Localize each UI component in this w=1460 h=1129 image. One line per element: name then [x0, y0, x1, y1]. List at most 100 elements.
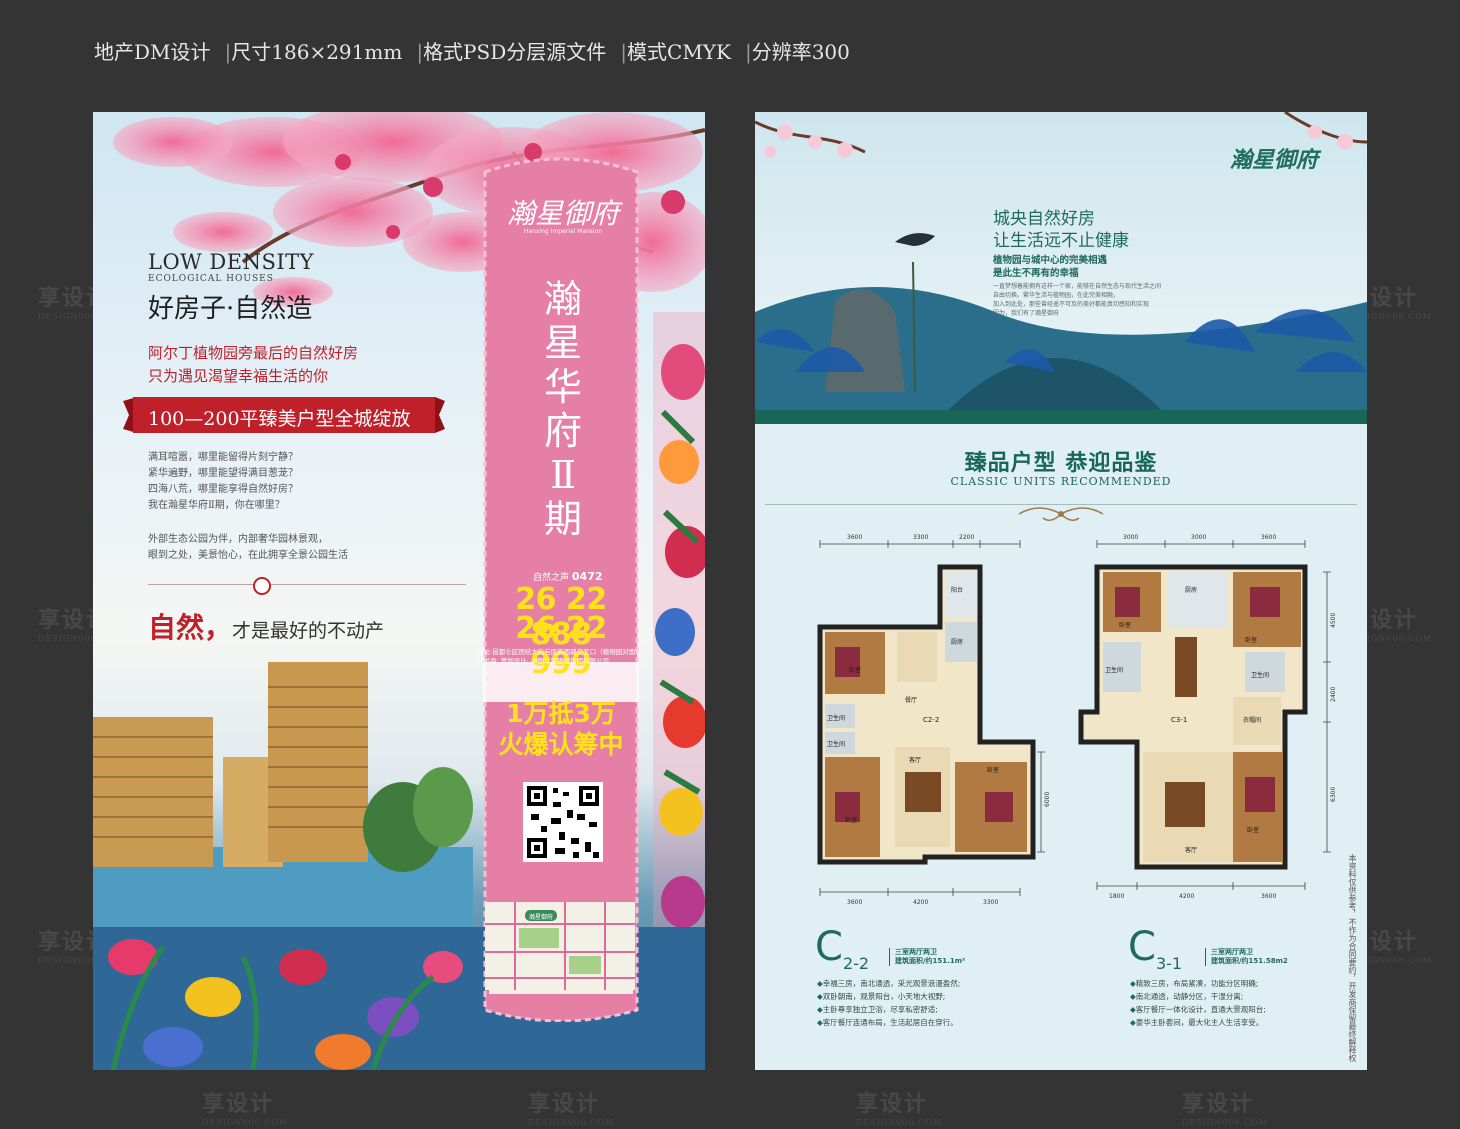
dimension-label: 2200 [959, 534, 974, 541]
plan-label: C2-2 [923, 716, 939, 724]
feature-item: 幸福三房，南北通透，采光观景浪漫盈然; [817, 979, 960, 988]
unit-features: 幸福三房，南北通透，采光观景浪漫盈然; 双卧朝南，观景阳台，小天地大视野; 主卧… [817, 977, 960, 1029]
dimension-label: 3000 [1191, 534, 1206, 541]
offer-line: 1万抵3万 [506, 699, 616, 728]
disclaimer: 本资料仅供参考，不作为合同要约，开发商保留最终解释权 [1348, 854, 1357, 1062]
feature-item: 主卧尊享独立卫浴，尽享私密舒适; [817, 1005, 938, 1014]
section-title: 臻品户型 恭迎品鉴 [964, 450, 1158, 476]
unit-type: 三室两厅两卫 建筑面积/约151.1m² [889, 948, 965, 966]
subheading: 植物园与城中心的完美相遇 [993, 255, 1108, 266]
watermark-sub: DESIGN006.COM [528, 1118, 614, 1127]
room-label: 客厅 [1185, 846, 1197, 854]
unit-code-letter: C [815, 924, 843, 970]
floor-plan-c2-2[interactable]: 3600 3300 2200 3600 4200 3300 3500 1900 … [805, 532, 1055, 912]
room-label: 卫生间 [1105, 666, 1123, 674]
dimension-label: 1800 [1109, 893, 1124, 900]
location-map[interactable] [485, 902, 635, 990]
unit-code: C2-2 [815, 924, 869, 973]
dimension-label: 3600 [1261, 893, 1276, 900]
floor-plan-c3-1[interactable]: 3000 3000 3600 1800 4200 3600 4500 2400 … [1075, 532, 1337, 912]
dimension-label: 4200 [1179, 893, 1194, 900]
bookmark-title-char: 华 [543, 365, 582, 409]
address-line: 地址:昆都仑区团结大街与民族西路交叉口（植物园对面） [477, 648, 642, 656]
bookmark-title-char: 瀚 [543, 277, 582, 321]
spec-item: 格式PSD分层源文件 [423, 40, 607, 64]
feature-item: 豪华主卧套间，最大化主人生活享受。 [1130, 1018, 1263, 1027]
intro-text: 因为，我们有了瀚星御府 [993, 310, 1060, 317]
unit-code: C3-1 [1128, 924, 1182, 973]
room-label: 餐厅 [905, 696, 917, 704]
room-label: 卧室 [845, 816, 857, 824]
bookmark-panel: 瀚星御府 Hanxing Imperial Mansion 瀚 星 华 府 Ⅱ … [93, 112, 705, 1070]
room-label: 卧室 [1247, 826, 1259, 834]
dimension-label: 3600 [847, 534, 862, 541]
watermark-sub: DESIGN006.COM [202, 1118, 288, 1127]
unit-type-text: 三室两厅两卫 [895, 948, 937, 956]
brand-logo: 瀚星御府 [1230, 147, 1319, 173]
intro-text: 加入到此处，那些曾经遥不可及的美好都能真切感知和实现 [993, 301, 1150, 308]
room-label: 厨房 [951, 638, 963, 646]
watermark-sub: DESIGN006.COM [856, 1118, 942, 1127]
bookmark-logo: 瀚星御府 [506, 197, 619, 230]
bookmark-title: 瀚 星 华 府 Ⅱ 期 [523, 277, 603, 541]
feature-item: 精致三房，布局紧凑，功能分区明确; [1130, 979, 1258, 988]
feature-item: 南北通透，动静分区，干湿分离; [1130, 992, 1243, 1001]
dimension-label: 3600 [1261, 534, 1276, 541]
dimension-label: 6000 [1044, 792, 1051, 807]
dimension-label: 3000 [1123, 534, 1138, 541]
watermark-text: 享设计 [202, 1091, 275, 1117]
phone-number[interactable]: 26 22 999 [481, 611, 641, 681]
room-label: 客厅 [909, 756, 921, 764]
room-label: 卫生间 [1251, 671, 1269, 679]
spec-item: 尺寸186×291mm [231, 40, 403, 64]
room-label: 衣帽间 [1243, 716, 1261, 724]
watermark: 享设计 DESIGN006.COM [528, 1086, 614, 1127]
dimension-label: 6300 [1330, 787, 1337, 802]
feature-item: 客厅餐厅一体化设计，直通大景观阳台; [1130, 1005, 1266, 1014]
room-label: 卧室 [849, 666, 861, 674]
room-label: 卧室 [987, 766, 999, 774]
watermark-text: 享设计 [856, 1091, 929, 1117]
dimension-label: 2400 [1330, 687, 1337, 702]
watermark: 享设计 DESIGN006.COM [856, 1086, 942, 1127]
room-label: 阳台 [951, 586, 963, 594]
watermark-text: 享设计 [1182, 1091, 1255, 1117]
plan-label: C3-1 [1171, 716, 1187, 724]
spec-separator: | [744, 40, 752, 64]
qr-code-icon[interactable] [523, 782, 603, 862]
room-label: 卧室 [1245, 636, 1257, 644]
section-title-en: CLASSIC UNITS RECOMMENDED [950, 475, 1172, 488]
unit-type-text: 三室两厅两卫 [1211, 948, 1253, 956]
subheading: 是此生不再有的幸福 [993, 268, 1079, 279]
dimension-label: 4200 [913, 899, 928, 906]
dimension-label: 3300 [983, 899, 998, 906]
dimension-label: 4500 [1330, 613, 1337, 628]
watermark: 享设计 DESIGN006.COM [1182, 1086, 1268, 1127]
spec-item: 分辨率300 [751, 40, 850, 64]
room-label: 卫生间 [827, 714, 845, 722]
spec-item: 地产DM设计 [94, 40, 211, 64]
bookmark-title-char: 星 [543, 321, 582, 365]
unit-area-text: 建筑面积/约151.58m2 [1211, 957, 1288, 965]
room-label: 卫生间 [827, 740, 845, 748]
spec-separator: | [620, 40, 628, 64]
map-label: 瀚星御府 [528, 914, 553, 921]
watermark-text: 享设计 [528, 1091, 601, 1117]
bookmark-title-char: 期 [543, 497, 582, 541]
unit-features: 精致三房，布局紧凑，功能分区明确; 南北通透，动静分区，干湿分离; 客厅餐厅一体… [1130, 977, 1266, 1029]
dimension-label: 3300 [913, 534, 928, 541]
intro-text: 一直梦想着能拥有这样一个家，能够在自然生态与现代生活之间 [993, 283, 1162, 290]
bookmark-title-char: 府 [543, 409, 582, 453]
unit-area-text: 建筑面积/约151.1m² [895, 957, 966, 965]
offer-line: 火爆认筹中 [498, 730, 624, 759]
unit-code-sub: 3-1 [1155, 954, 1183, 973]
intro-text: 自由切换。繁华生活与植物园，在此完美相融， [993, 292, 1120, 299]
ornament-icon [1018, 507, 1104, 521]
right-flyer: 瀚星御府 城央自然好房 让生活远不止健康 植物园与城中心的完美相遇 是此生不再有… [755, 112, 1367, 1070]
room-label: 卧室 [1119, 621, 1131, 629]
feature-item: 双卧朝南，观景阳台，小天地大视野; [817, 992, 945, 1001]
spec-item: 模式CMYK [627, 40, 731, 64]
unit-code-sub: 2-2 [842, 954, 870, 973]
spec-bar: 地产DM设计 |尺寸186×291mm |格式PSD分层源文件 |模式CMYK |分辨率… [94, 36, 850, 65]
dimension-label: 3600 [847, 899, 862, 906]
